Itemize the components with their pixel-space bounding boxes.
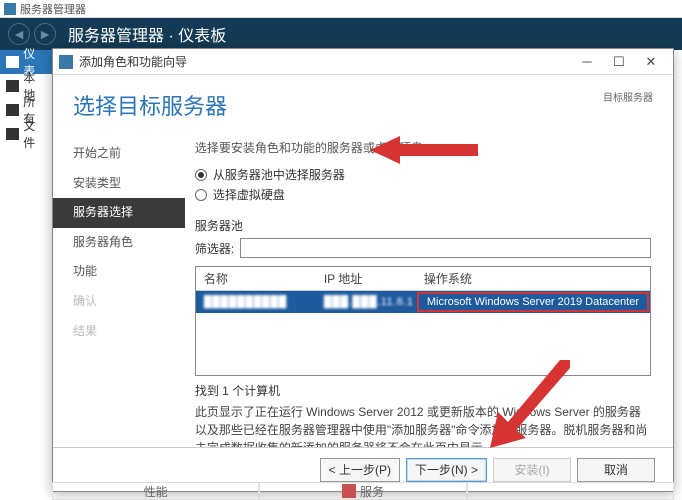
col-os[interactable]: 操作系统: [416, 267, 650, 290]
strip-svc[interactable]: 服务: [259, 482, 466, 500]
col-ip[interactable]: IP 地址: [316, 267, 416, 290]
table-header: 名称 IP 地址 操作系统: [196, 267, 650, 291]
server-manager-window: 服务器管理器 ◄ ► 服务器管理器 · 仪表板 仪表 本地 所有 文件 添加角色…: [0, 0, 682, 500]
server-table: 名称 IP 地址 操作系统 ██████████ ███.███.11.6.1 …: [195, 266, 651, 376]
nav-title: 服务器管理器 · 仪表板: [68, 22, 226, 46]
outer-titlebar: 服务器管理器: [0, 0, 682, 18]
close-button[interactable]: ✕: [635, 51, 667, 73]
app-icon: [4, 3, 16, 15]
main-description: 选择要安装角色和功能的服务器或虚拟硬盘。: [195, 139, 651, 156]
pool-label: 服务器池: [195, 217, 651, 234]
step-server-selection[interactable]: 服务器选择: [53, 198, 185, 228]
nav-item-file[interactable]: 文件: [0, 122, 52, 146]
step-install-type[interactable]: 安装类型: [53, 169, 185, 199]
prev-button[interactable]: < 上一步(P): [320, 458, 400, 482]
cell-name: ██████████: [196, 294, 316, 310]
bottom-strip: 性能 服务: [52, 482, 674, 500]
left-nav: 仪表 本地 所有 文件: [0, 50, 52, 146]
install-button: 安装(I): [493, 458, 571, 482]
radio-icon: [195, 189, 207, 201]
col-name[interactable]: 名称: [196, 267, 316, 290]
step-results: 结果: [53, 317, 185, 347]
count-line: 找到 1 个计算机: [195, 382, 651, 399]
filter-label: 筛选器:: [195, 240, 234, 257]
dialog-header: 选择目标服务器 目标服务器: [53, 75, 673, 131]
step-confirm: 确认: [53, 287, 185, 317]
outer-title: 服务器管理器: [20, 1, 86, 17]
back-button[interactable]: ◄: [8, 23, 30, 45]
dialog-icon: [59, 55, 73, 69]
strip-empty: [467, 482, 674, 500]
step-before-begin[interactable]: 开始之前: [53, 139, 185, 169]
strip-perf[interactable]: 性能: [52, 482, 259, 500]
target-server-label: 目标服务器: [603, 89, 653, 104]
server-icon: [6, 80, 19, 92]
wizard-steps: 开始之前 安装类型 服务器选择 服务器角色 功能 确认 结果: [53, 131, 185, 443]
filter-row: 筛选器:: [195, 238, 651, 258]
filter-input[interactable]: [240, 238, 651, 258]
dialog-body: 开始之前 安装类型 服务器选择 服务器角色 功能 确认 结果 选择要安装角色和功…: [53, 131, 673, 443]
servers-icon: [6, 104, 19, 116]
nav-header: ◄ ► 服务器管理器 · 仪表板: [0, 18, 682, 50]
dialog-title: 添加角色和功能向导: [79, 53, 571, 70]
dashboard-icon: [6, 56, 19, 68]
radio-vhd[interactable]: 选择虚拟硬盘: [195, 186, 651, 203]
dialog-titlebar: 添加角色和功能向导 ─ ☐ ✕: [53, 49, 673, 75]
radio-icon: [195, 169, 207, 181]
step-features[interactable]: 功能: [53, 257, 185, 287]
forward-button[interactable]: ►: [34, 23, 56, 45]
step-server-roles[interactable]: 服务器角色: [53, 228, 185, 258]
server-row[interactable]: ██████████ ███.███.11.6.1 Microsoft Wind…: [196, 291, 650, 313]
cell-ip: ███.███.11.6.1: [316, 294, 416, 310]
add-roles-dialog: 添加角色和功能向导 ─ ☐ ✕ 选择目标服务器 目标服务器 开始之前 安装类型 …: [52, 48, 674, 492]
next-button[interactable]: 下一步(N) >: [406, 458, 487, 482]
dialog-main: 选择要安装角色和功能的服务器或虚拟硬盘。 从服务器池中选择服务器 选择虚拟硬盘 …: [185, 131, 673, 443]
minimize-button[interactable]: ─: [571, 51, 603, 73]
cell-os: Microsoft Windows Server 2019 Datacenter: [417, 292, 649, 312]
maximize-button[interactable]: ☐: [603, 51, 635, 73]
radio-from-pool[interactable]: 从服务器池中选择服务器: [195, 166, 651, 183]
square-icon: [342, 484, 356, 498]
dialog-heading: 选择目标服务器: [73, 89, 227, 121]
file-icon: [6, 128, 19, 140]
cancel-button[interactable]: 取消: [577, 458, 655, 482]
